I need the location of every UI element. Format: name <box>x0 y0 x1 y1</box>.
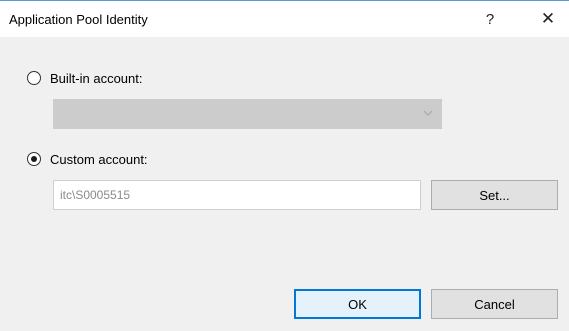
title-bar: Application Pool Identity ? ✕ <box>0 1 569 37</box>
chevron-down-icon <box>423 110 433 116</box>
builtin-account-label: Built-in account: <box>50 70 143 86</box>
builtin-account-option[interactable]: Built-in account: <box>27 69 143 87</box>
builtin-account-dropdown[interactable] <box>53 99 442 129</box>
application-pool-identity-dialog: Application Pool Identity ? ✕ Built-in a… <box>0 0 569 331</box>
help-button[interactable]: ? <box>470 5 510 33</box>
close-icon: ✕ <box>540 9 556 28</box>
custom-account-field[interactable]: itc\S0005515 <box>53 180 421 210</box>
radio-selected-dot <box>31 156 37 162</box>
custom-account-option[interactable]: Custom account: <box>27 150 148 168</box>
custom-account-radio[interactable] <box>27 152 41 166</box>
window-title: Application Pool Identity <box>9 12 148 27</box>
ok-button[interactable]: OK <box>294 289 421 319</box>
custom-account-value: itc\S0005515 <box>60 188 131 202</box>
close-button[interactable]: ✕ <box>528 5 568 33</box>
custom-account-label: Custom account: <box>50 151 148 167</box>
cancel-button[interactable]: Cancel <box>431 289 558 319</box>
builtin-account-radio[interactable] <box>27 71 41 85</box>
set-button[interactable]: Set... <box>431 180 558 210</box>
